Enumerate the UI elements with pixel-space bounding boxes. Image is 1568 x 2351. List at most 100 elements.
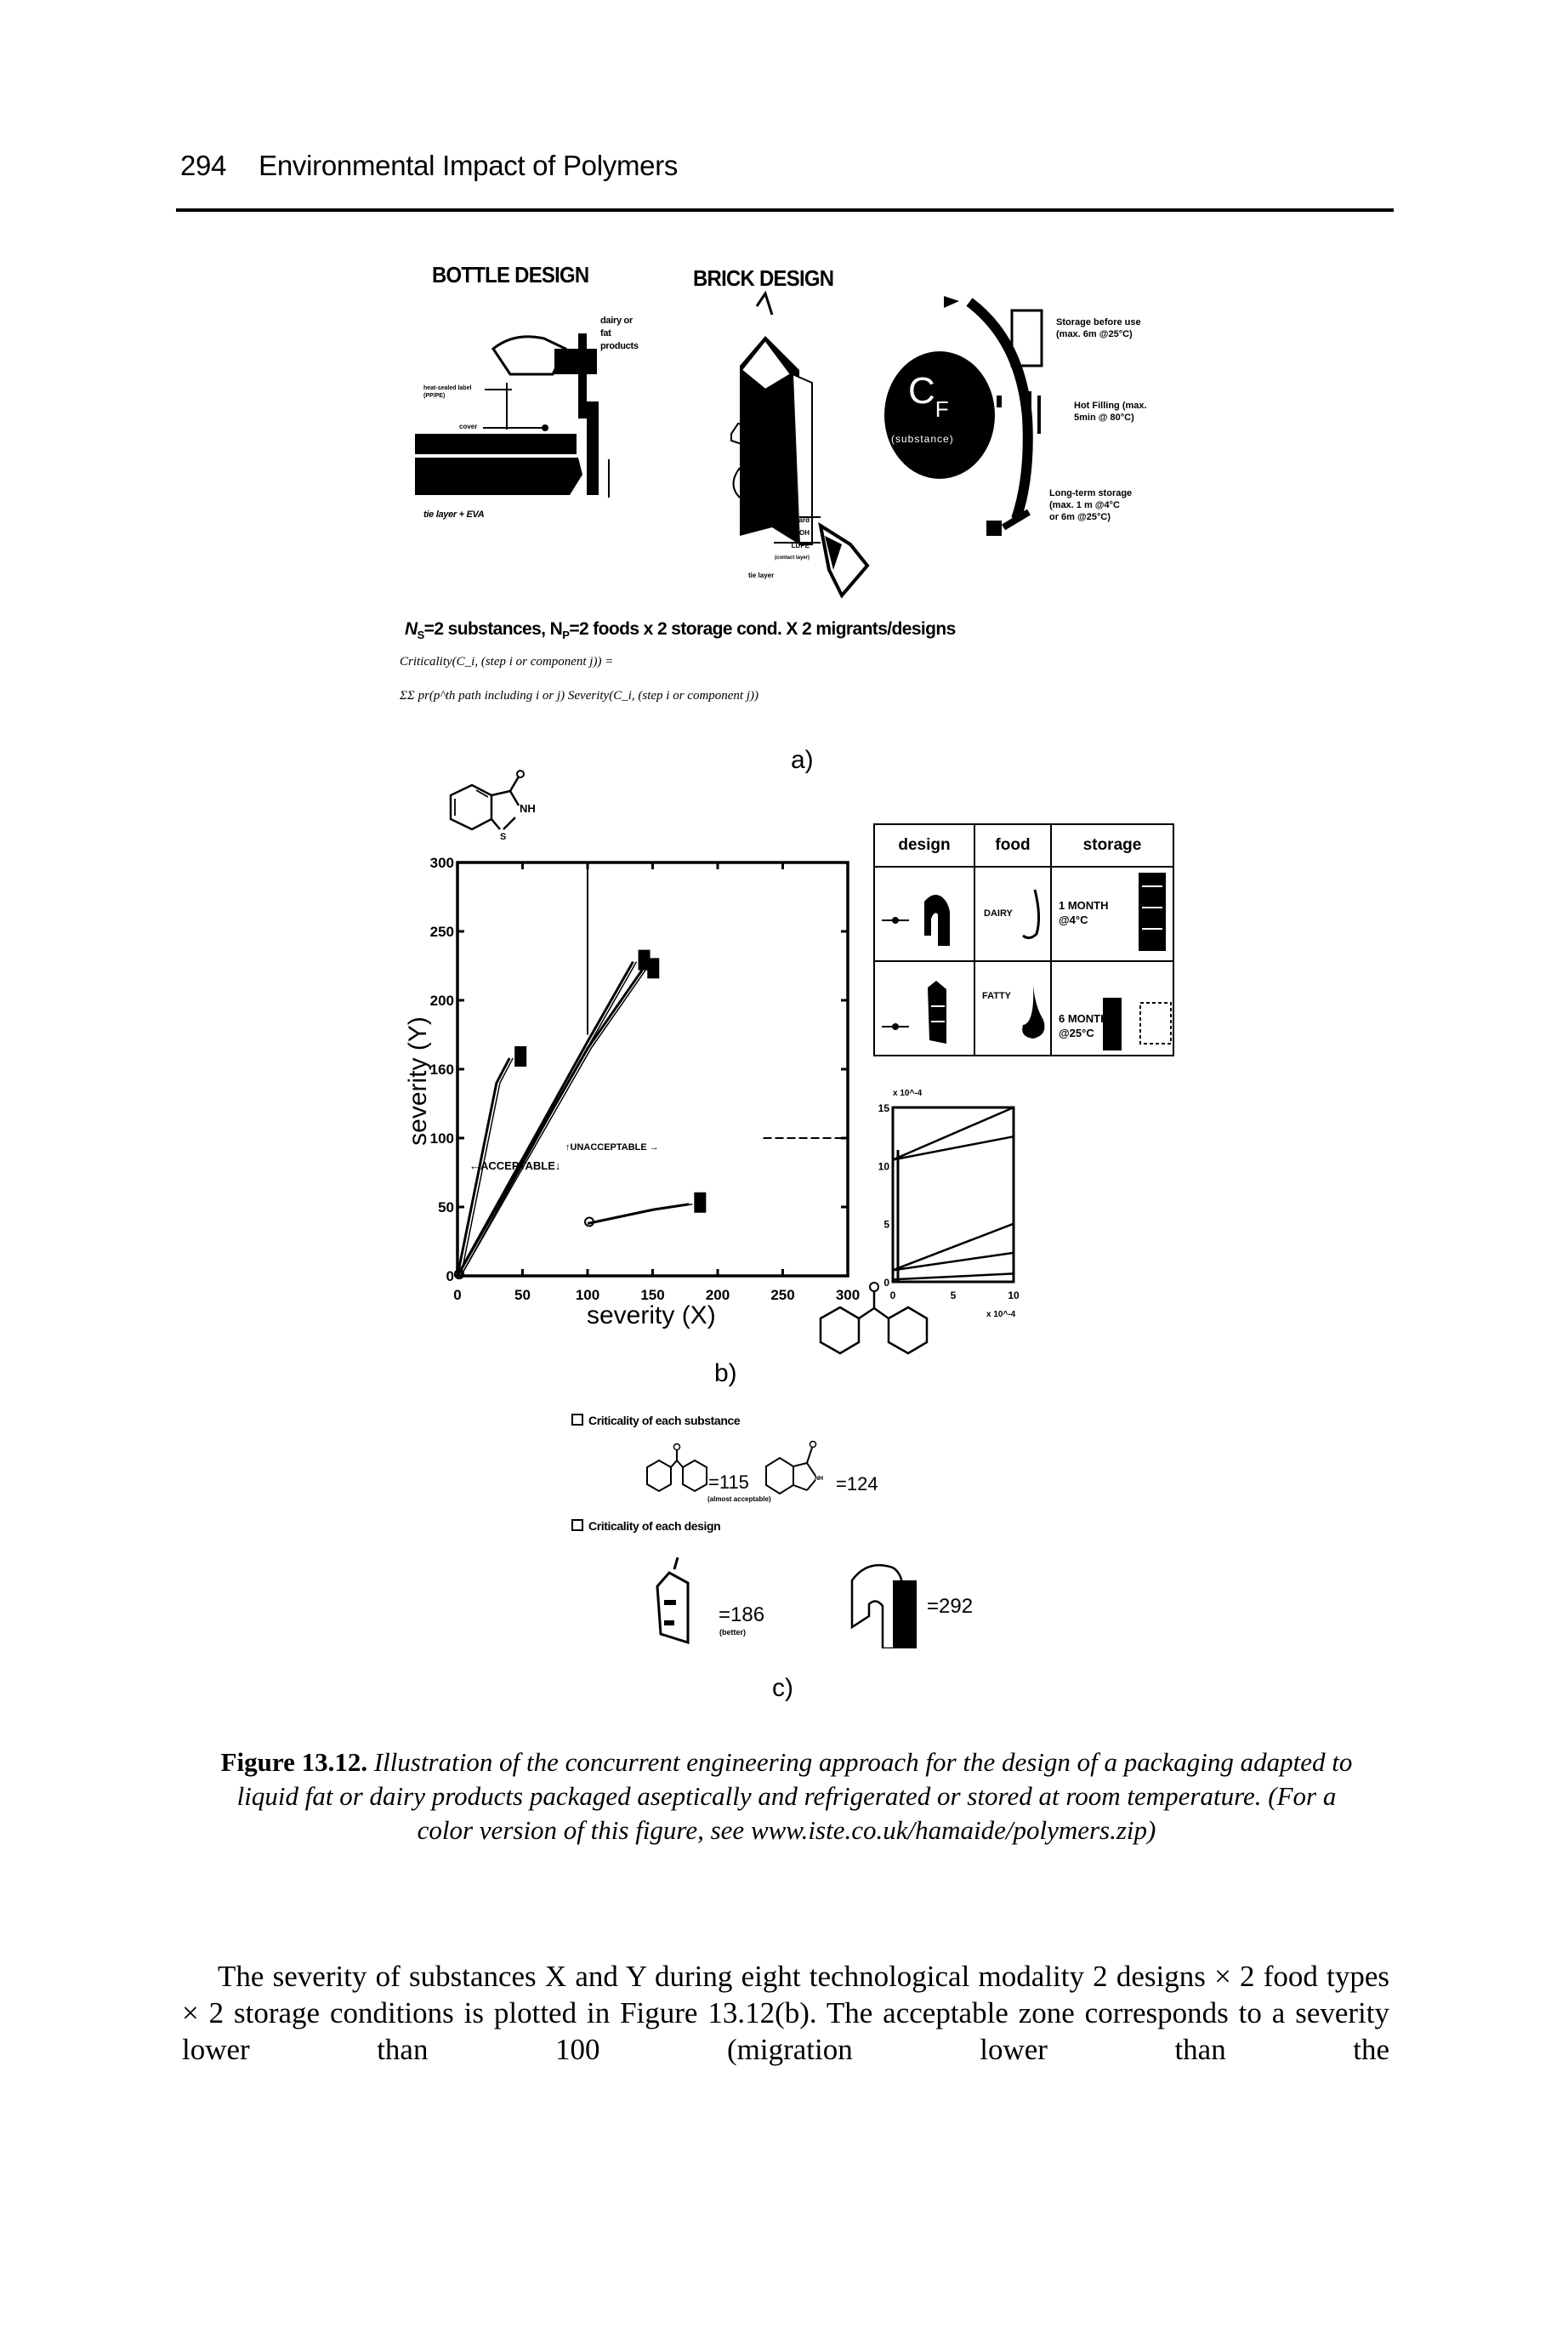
page-number: 294 [180,150,227,181]
brick-label-contact: (contact layer) [774,555,810,561]
series-end-marker [694,1192,707,1213]
header-food: food [974,823,1052,868]
series-end-marker [514,1046,527,1067]
bottle-label-cover: cover [459,423,478,430]
cell-storage-1-month: 1 MONTH @4°C [1050,866,1174,962]
y-tick-label: 0 [446,1268,454,1284]
header-design: design [873,823,975,868]
molecule-benzophenone [819,1282,929,1355]
y-tick-label: 200 [430,993,454,1009]
shelf-icon [1103,998,1172,1050]
x-axis-label: severity (X) [587,1301,716,1329]
cell-design-brick [873,960,975,1056]
checkbox-icon [571,1414,583,1426]
cell-design-bottle [873,866,975,962]
brick-label-ldpe: LDPE [791,542,810,549]
running-head: 294 Environmental Impact of Polymers [180,150,678,182]
body-text: The severity of substances X and Y durin… [182,1958,1389,2068]
y-axis-label: severity (Y) [404,1016,432,1146]
legend-table-row: FATTY 6 MONTHS @25°C [873,960,1174,1056]
brick-icon [882,981,946,1044]
panel-b-letter: b) [714,1359,737,1387]
x-tick-label: 250 [770,1287,794,1303]
bottle-label-heat-sealed: heat-sealed label (PP/PE) [423,385,472,399]
brick-label-evoh: EVOH [790,529,810,537]
figure-caption: Figure 13.12. Illustration of the concur… [213,1745,1361,1847]
cycle-label-storage-before-use: Storage before use (max. 6m @25°C) [1056,317,1141,339]
formula-line-2: ΣΣ pr(p^th path including i or j) Severi… [400,689,759,703]
substance-criticality-heading: Criticality of each substance [571,1414,741,1427]
legend-table: design food storage DAIRY 1 MONTH @4°C F… [873,823,1174,1056]
bottle-label-tie-layer: tie layer + EVA [423,509,485,520]
book-title: Environmental Impact of Polymers [258,150,679,181]
panel-a-letter: a) [791,746,814,774]
brick-layer-labels: cardboard EVOH LDPE (contact layer) [741,514,810,565]
svg-text:NH: NH [815,1476,823,1482]
cycle-label-long-term-storage: Long-term storage (max. 1 m @4°C or 6m @… [1049,488,1133,522]
s-label: S [500,832,506,842]
bottle-label-product: dairy or fat products [600,316,639,351]
fridge-icon [1139,873,1166,951]
inset-x-multiplier: x 10^-4 [986,1310,1016,1319]
bottle-criticality-value: =292 [927,1595,974,1618]
brick-label-tie-layer: tie layer [748,572,775,579]
brick-criticality-note: (better) [719,1628,746,1637]
cycle-label-hot-filling: Hot Filling (max. 5min @ 80°C) [1074,401,1147,423]
y-tick-label: 100 [430,1130,454,1147]
body-paragraph: The severity of substances X and Y durin… [182,1960,1389,2066]
cell-food-dairy: DAIRY [974,866,1052,962]
inset-series-line [892,1135,1014,1161]
x-tick-label: 50 [514,1287,531,1303]
header-storage: storage [1050,823,1174,868]
molecule-benzisothiazolinone: NH S [449,770,536,842]
brick-criticality-value: =186 [719,1603,765,1626]
inset-y-tick-label: 15 [878,1102,890,1114]
inset-y-tick-label: 5 [883,1219,889,1231]
molecule-benzisothiazolinone-small: NH [765,1440,823,1495]
inset-x-tick-label: 10 [1008,1289,1020,1301]
brick-design-title: BRICK DESIGN [693,265,834,291]
checkbox-icon [571,1519,583,1531]
header-rule [176,208,1394,212]
plot-frame [456,861,849,1278]
inset-y-tick-label: 10 [878,1160,890,1172]
series-line-shadow [590,1204,693,1225]
benzisothiazolinone-criticality-value: =124 [836,1473,878,1494]
series-end-marker [647,958,660,979]
series-line [456,969,644,1277]
storage-cycle-arrows [944,296,1043,536]
cell-storage-6-months: 6 MONTHS @25°C [1050,960,1174,1056]
x-tick-label: 0 [453,1287,461,1303]
y-tick-label: 300 [430,855,454,871]
bottle-design-title: BOTTLE DESIGN [432,262,589,287]
caption-text: Illustration of the concurrent engineeri… [236,1747,1353,1845]
brick-label-cardboard: cardboard [775,516,810,524]
inset-series-line [892,1251,1014,1272]
annotation-acceptable: ←ACCEPTABLE↓ [469,1159,561,1172]
panel-a-summary: NS=2 substances, NP=2 foods x 2 storage … [405,619,956,642]
y-tick-label: 50 [438,1199,454,1215]
bottle-illustration [415,333,610,498]
brick-design-icon [656,1557,690,1645]
molecule-benzophenone-small [646,1443,707,1493]
fat-drop-icon [1022,984,1045,1039]
bottle-design-icon [850,1563,917,1648]
panel-c-letter: c) [772,1674,793,1702]
formula-line-1: Criticality(C_i, (step i or component j)… [400,655,614,669]
legend-table-row: DAIRY 1 MONTH @4°C [873,866,1174,962]
y-tick-label: 250 [430,924,454,940]
figure-number: Figure 13.12. [220,1747,368,1777]
cell-food-fatty: FATTY [974,960,1052,1056]
dairy-drop-icon [1022,889,1041,940]
annotation-unacceptable: ↑UNACCEPTABLE → [565,1142,659,1153]
bottle-shape [415,333,610,498]
cf-symbol: CF [908,370,949,422]
inset-y-multiplier: x 10^-4 [893,1089,923,1098]
nh-label: NH [520,802,536,815]
legend-table-header: design food storage [873,823,1174,868]
bottle-icon [882,895,950,946]
inset-series-line [892,1106,1014,1161]
y-tick-label: 160 [430,1062,454,1078]
inset-series-line [892,1222,1014,1272]
design-criticality-heading: Criticality of each design [571,1519,721,1533]
